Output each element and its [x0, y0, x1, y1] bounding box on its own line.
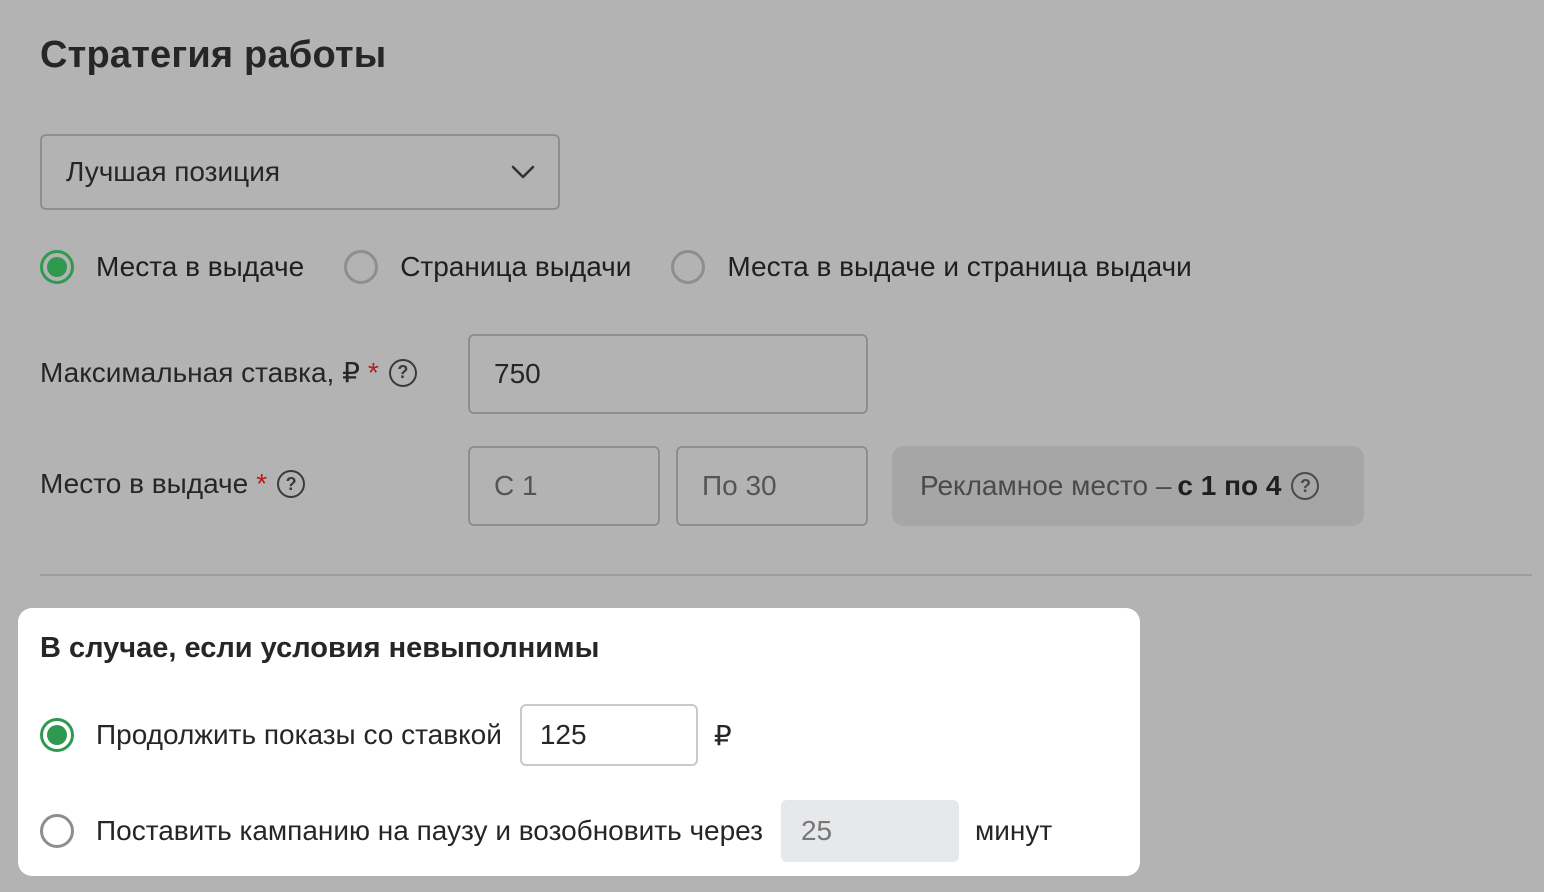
continue-unit: ₽ [713, 719, 732, 751]
max-bid-label-text: Максимальная ставка, ₽ [40, 357, 360, 388]
radio-button-selected[interactable] [40, 250, 74, 284]
required-mark: * [367, 356, 379, 388]
max-bid-value: 750 [494, 358, 541, 389]
continue-label: Продолжить показы со ставкой [96, 719, 502, 750]
help-icon[interactable]: ? [277, 470, 306, 498]
radio-button-selected[interactable] [40, 718, 74, 752]
position-to-input[interactable]: По 30 [676, 446, 868, 526]
page-title: Стратегия работы [40, 34, 387, 76]
position-from-value: С 1 [494, 470, 538, 501]
max-bid-input[interactable]: 750 [468, 334, 868, 414]
pause-minutes-value: 25 [800, 815, 833, 846]
divider [40, 574, 1532, 576]
radio-label: Места в выдаче и страница выдачи [727, 251, 1192, 282]
mode-radio-group: Места в выдаче Страница выдачи Места в в… [40, 250, 1232, 284]
radio-button[interactable] [671, 250, 706, 284]
chevron-down-icon [511, 165, 535, 179]
pause-minutes-input[interactable]: 25 [780, 800, 959, 862]
radio-button[interactable] [344, 250, 379, 284]
ad-place-info-prefix: Рекламное место – [920, 470, 1172, 501]
fallback-continue-row[interactable]: Продолжить показы со ставкой 125 ₽ [40, 704, 732, 766]
continue-bid-input[interactable]: 125 [519, 704, 698, 766]
position-to-value: По 30 [702, 470, 777, 501]
max-bid-label: Максимальная ставка, ₽ * ? [40, 356, 417, 389]
strategy-select[interactable]: Лучшая позиция [40, 134, 560, 210]
radio-label: Страница выдачи [400, 251, 632, 282]
pause-label: Поставить кампанию на паузу и возобновит… [96, 815, 763, 846]
help-icon[interactable]: ? [1291, 472, 1320, 500]
fallback-title: В случае, если условия невыполнимы [40, 632, 600, 664]
required-mark: * [256, 468, 268, 499]
ad-place-info: Рекламное место – с 1 по 4 ? [892, 446, 1364, 526]
radio-places-and-page[interactable]: Места в выдаче и страница выдачи [671, 250, 1192, 284]
position-label-text: Место в выдаче [40, 468, 249, 499]
ad-place-info-range: с 1 по 4 [1177, 470, 1282, 501]
strategy-select-value: Лучшая позиция [66, 156, 280, 187]
radio-places[interactable]: Места в выдаче [40, 250, 304, 284]
help-icon[interactable]: ? [388, 358, 417, 387]
position-from-input[interactable]: С 1 [468, 446, 660, 526]
radio-label: Места в выдаче [96, 251, 305, 282]
radio-page[interactable]: Страница выдачи [344, 250, 631, 284]
pause-unit: минут [974, 815, 1053, 846]
position-label: Место в выдаче * ? [40, 468, 306, 500]
continue-bid-value: 125 [539, 719, 587, 750]
fallback-pause-row[interactable]: Поставить кампанию на паузу и возобновит… [40, 800, 1052, 862]
radio-button[interactable] [40, 814, 74, 848]
